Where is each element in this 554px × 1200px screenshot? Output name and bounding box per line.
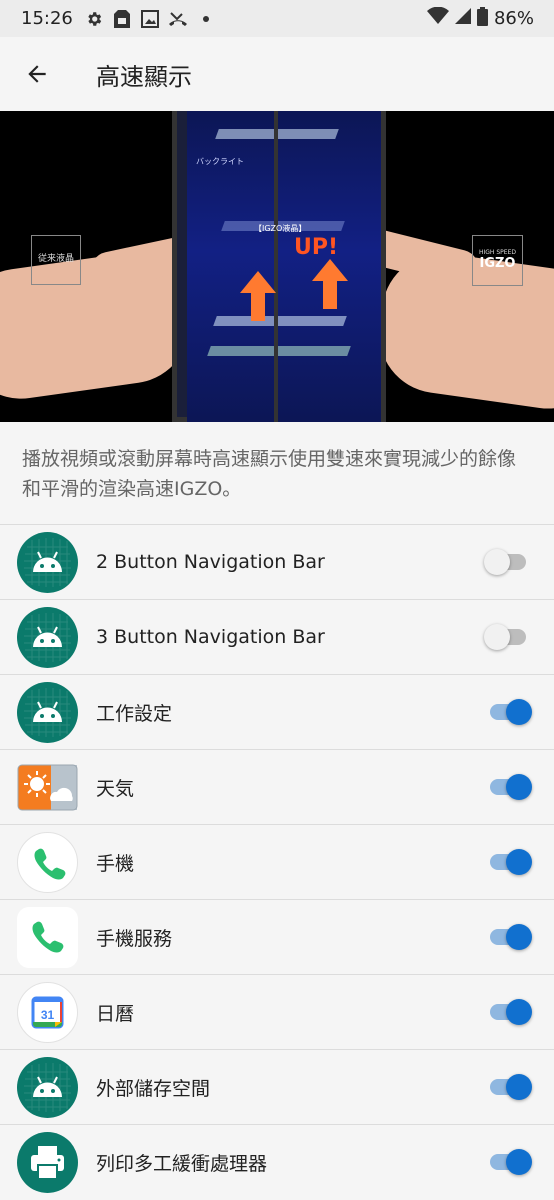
app-list: 2 Button Navigation Bar 3 Button Navigat… [0,524,554,1199]
up-arrow-icon [312,259,348,281]
phone-heading-text: バックライト [196,157,244,166]
app-bar: 高速顯示 [0,37,554,111]
app-name: 日曆 [96,1002,135,1025]
split-line [274,111,278,422]
up-arrow-icon [240,271,276,293]
image-icon [139,8,161,30]
app-row[interactable]: 3 Button Navigation Bar [0,599,554,674]
high-speed-toggle[interactable] [486,849,532,875]
app-name: 手機服務 [96,927,173,950]
app-row[interactable]: 2 Button Navigation Bar [0,524,554,599]
app-name: 外部儲存空間 [96,1077,211,1100]
high-speed-toggle[interactable] [486,699,532,725]
app-row[interactable]: 工作設定 [0,674,554,749]
settings-gear-icon [83,8,105,30]
app-row[interactable]: 手機 [0,824,554,899]
up-text: UP! [294,235,339,260]
battery-level: 86% [493,8,534,29]
wifi-icon [426,6,449,30]
android-icon [17,607,78,668]
hero-illustration: バックライト 【IGZO液晶】 UP! 従来液晶 HIGH SPEED IGZO [0,111,554,422]
app-name: 3 Button Navigation Bar [96,626,325,648]
status-time: 15:26 [21,8,73,29]
toggle-thumb [506,849,532,875]
high-speed-toggle[interactable] [486,1074,532,1100]
app-row[interactable]: 手機服務 [0,899,554,974]
high-speed-toggle[interactable] [484,624,530,650]
high-speed-toggle[interactable] [486,1149,532,1175]
svg-text:31: 31 [41,1008,55,1022]
toggle-thumb [506,999,532,1025]
conventional-lcd-label: 従来液晶 [31,235,81,285]
toggle-thumb [506,924,532,950]
app-row[interactable]: 外部儲存空間 [0,1049,554,1124]
app-row[interactable]: 天気 [0,749,554,824]
toggle-thumb [506,699,532,725]
igzo-label: HIGH SPEED IGZO [472,235,523,286]
app-name: 工作設定 [96,702,173,725]
android-icon [17,682,78,743]
app-row[interactable]: 列印多工緩衝處理器 [0,1124,554,1199]
cell-signal-icon [454,7,471,30]
back-arrow-icon [28,65,46,83]
toggle-thumb [506,1074,532,1100]
phone-mid-label: 【IGZO液晶】 [254,224,307,233]
page-title: 高速顯示 [96,62,192,91]
app-name: 2 Button Navigation Bar [96,551,325,573]
missed-call-icon [167,8,189,30]
phone-icon [17,832,78,893]
toggle-thumb [506,1149,532,1175]
app-row[interactable]: 31 日曆 [0,974,554,1049]
app-name: 列印多工緩衝處理器 [96,1152,268,1175]
app-name: 天気 [96,777,135,800]
status-bar: 15:26 86% [0,0,554,37]
app-name: 手機 [96,852,135,875]
phone-services-icon [17,907,78,968]
notification-dot-icon [195,8,217,30]
sim-card-icon [111,8,133,30]
android-icon [17,532,78,593]
calendar-icon: 31 [17,982,78,1043]
feature-description: 播放視頻或滾動屏幕時高速顯示使用雙速來實現減少的餘像和平滑的渲染高速IGZO。 [0,422,554,524]
high-speed-toggle[interactable] [484,549,530,575]
weather-icon [17,757,78,818]
high-speed-toggle[interactable] [486,999,532,1025]
high-speed-toggle[interactable] [486,924,532,950]
battery-icon [476,6,488,31]
high-speed-toggle[interactable] [486,774,532,800]
back-button[interactable] [0,37,74,111]
toggle-thumb [506,774,532,800]
printer-icon [17,1132,78,1193]
toggle-thumb [484,549,510,575]
toggle-thumb [484,624,510,650]
android-icon [17,1057,78,1118]
